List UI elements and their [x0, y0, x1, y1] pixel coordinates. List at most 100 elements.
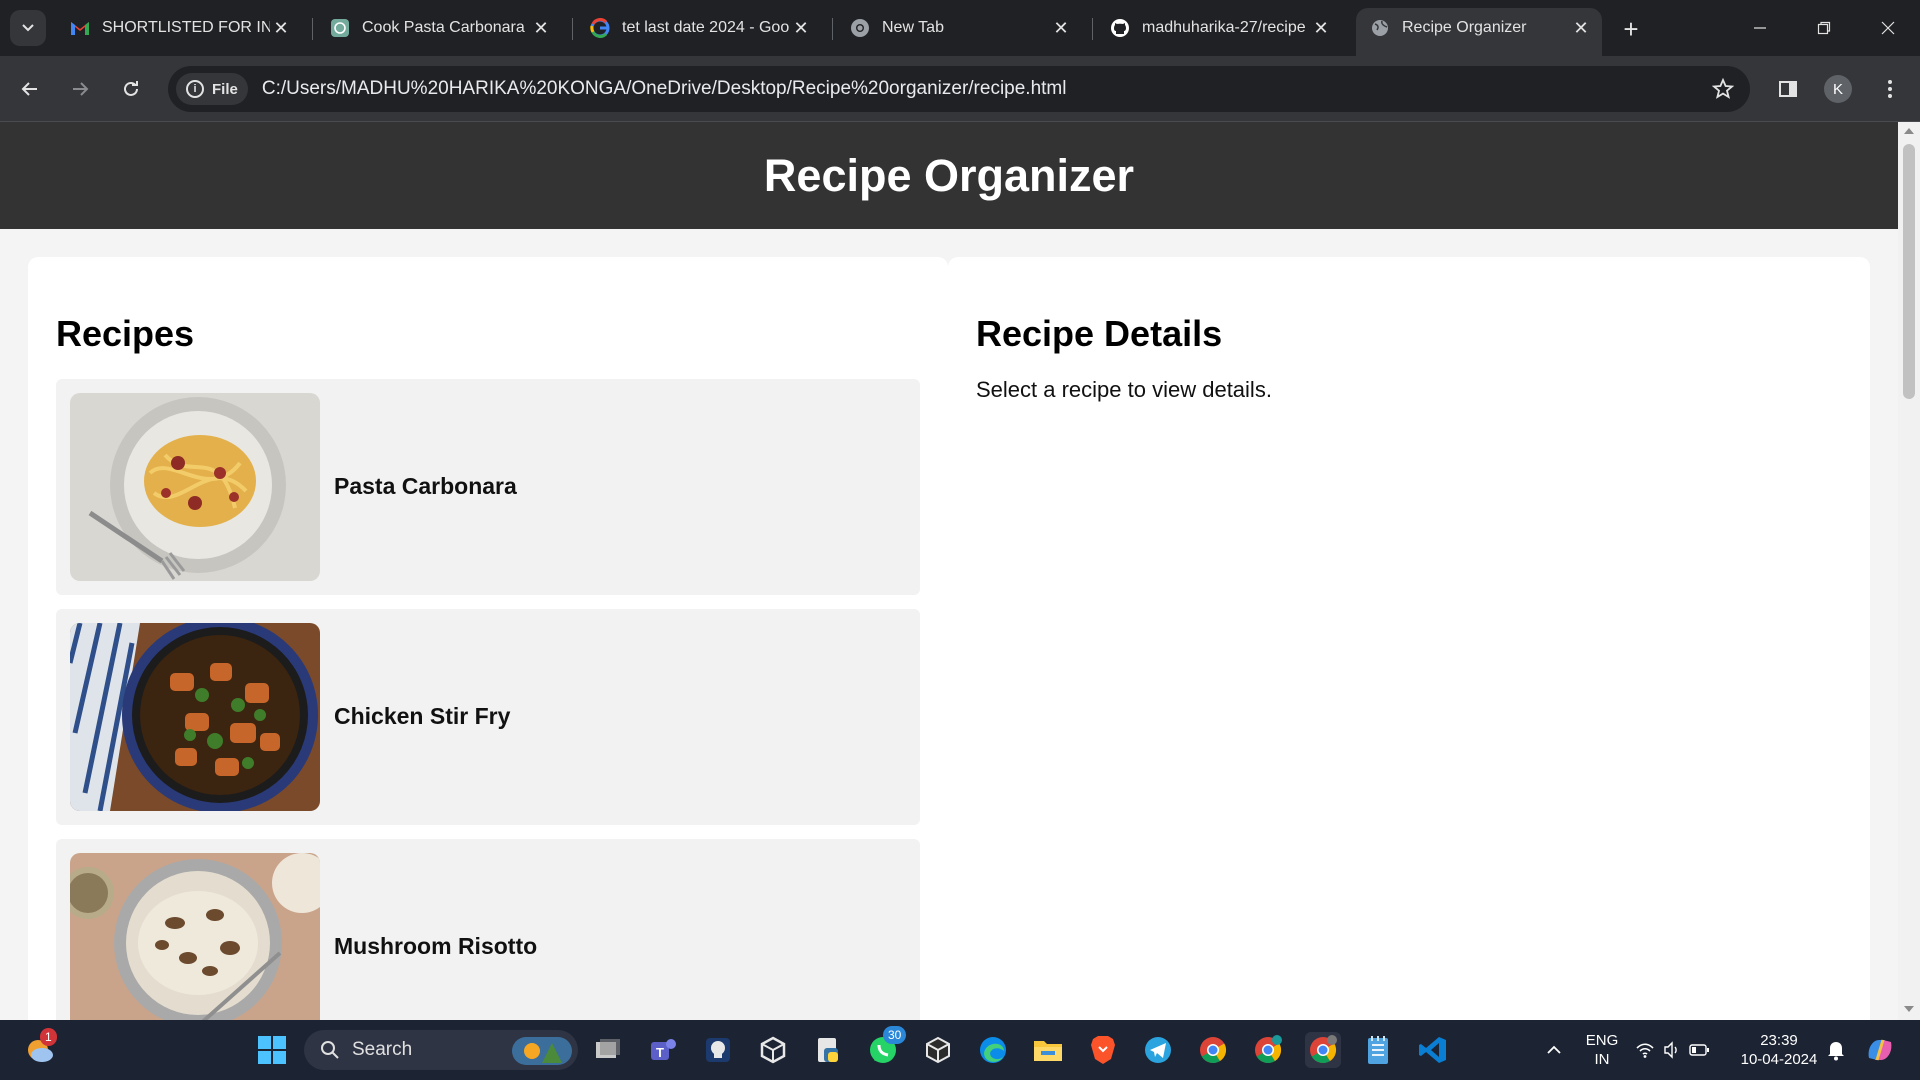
tab-search-button[interactable] [10, 10, 46, 46]
file-explorer-app[interactable] [1030, 1032, 1066, 1068]
task-view-button[interactable] [590, 1032, 626, 1068]
recipe-card-mushroom-risotto[interactable]: Mushroom Risotto [56, 839, 920, 1020]
tab-new-tab[interactable]: New Tab ✕ [836, 8, 1082, 48]
tab-title: madhuharika-27/recipe [1142, 19, 1306, 36]
side-panel-button[interactable] [1770, 71, 1806, 107]
chrome-profile-app[interactable] [1250, 1032, 1286, 1068]
close-icon[interactable]: ✕ [530, 17, 552, 39]
tab-title: Cook Pasta Carbonara [362, 19, 525, 36]
chrome-icon [850, 18, 870, 38]
recipe-card-chicken-stir-fry[interactable]: Chicken Stir Fry [56, 609, 920, 825]
chrome-icon [1255, 1035, 1282, 1064]
notepad-app[interactable] [1360, 1032, 1396, 1068]
search-label: Search [352, 1039, 413, 1060]
close-window-button[interactable] [1868, 12, 1908, 44]
tab-separator [572, 18, 573, 40]
copilot-button[interactable] [1862, 1032, 1898, 1068]
site-info-label: File [212, 80, 238, 98]
windows-logo-icon [258, 1036, 286, 1064]
forward-button[interactable] [62, 71, 98, 107]
forward-arrow-icon [73, 82, 89, 96]
unity-hub-app[interactable] [755, 1032, 791, 1068]
language-line-1: ENG [1585, 1032, 1619, 1049]
avatar: K [1824, 75, 1852, 103]
quick-settings-button[interactable] [1634, 1032, 1710, 1068]
telegram-icon [1145, 1037, 1171, 1063]
whatsapp-app[interactable]: 30 [865, 1026, 907, 1068]
site-header: Recipe Organizer [0, 122, 1898, 229]
recipe-image-risotto [70, 853, 320, 1020]
tab-recipe-organizer[interactable]: Recipe Organizer ✕ [1356, 8, 1602, 56]
tab-separator [312, 18, 313, 40]
game-app[interactable] [700, 1032, 736, 1068]
gmail-icon [70, 18, 90, 38]
restore-icon [1817, 21, 1831, 35]
close-icon[interactable]: ✕ [790, 17, 812, 39]
tab-gmail[interactable]: SHORTLISTED FOR INTE ✕ [56, 8, 302, 48]
tab-chatgpt[interactable]: Cook Pasta Carbonara ✕ [316, 8, 562, 48]
recipe-details-panel: Recipe Details Select a recipe to view d… [948, 257, 1870, 1020]
wifi-icon [1636, 1043, 1654, 1058]
clock[interactable]: 23:39 10-04-2024 [1734, 1031, 1824, 1069]
language-indicator[interactable]: ENG IN [1582, 1031, 1622, 1069]
search-highlight-icon [512, 1037, 572, 1065]
start-button[interactable] [254, 1032, 290, 1068]
back-button[interactable] [12, 71, 48, 107]
clock-date: 10-04-2024 [1740, 1051, 1818, 1068]
tab-separator [1092, 18, 1093, 40]
reload-icon [124, 81, 138, 96]
python-app[interactable] [810, 1032, 846, 1068]
url-text[interactable]: C:/Users/MADHU%20HARIKA%20KONGA/OneDrive… [262, 78, 1067, 100]
scrollbar-thumb[interactable] [1903, 144, 1915, 399]
chrome-app[interactable] [1195, 1032, 1231, 1068]
skull-game-icon [706, 1038, 730, 1062]
restore-button[interactable] [1804, 12, 1844, 44]
chevron-down-icon [22, 24, 34, 32]
vscode-app[interactable] [1415, 1032, 1451, 1068]
reload-button[interactable] [113, 71, 149, 107]
weather-badge: 1 [40, 1028, 57, 1046]
task-view-icon [596, 1039, 620, 1058]
close-icon[interactable]: ✕ [270, 17, 292, 39]
recipe-card-pasta-carbonara[interactable]: Pasta Carbonara [56, 379, 920, 595]
browser-menu-button[interactable] [1872, 71, 1908, 107]
close-icon[interactable]: ✕ [1050, 17, 1072, 39]
chrome-icon [1200, 1037, 1227, 1064]
tab-github[interactable]: madhuharika-27/recipe ✕ [1096, 8, 1342, 48]
tab-google-search[interactable]: tet last date 2024 - Goo ✕ [576, 8, 822, 48]
brave-app[interactable] [1085, 1032, 1121, 1068]
telegram-app[interactable] [1140, 1032, 1176, 1068]
google-icon [590, 18, 610, 38]
recipes-heading: Recipes [56, 313, 195, 354]
show-hidden-icons-button[interactable] [1536, 1032, 1572, 1068]
scroll-down-icon[interactable] [1904, 1006, 1914, 1012]
edge-app[interactable] [975, 1032, 1011, 1068]
recipe-name: Chicken Stir Fry [334, 703, 511, 729]
globe-icon [1370, 18, 1390, 38]
close-icon[interactable]: ✕ [1310, 17, 1332, 39]
minimize-button[interactable] [1740, 12, 1780, 44]
unity-app-2[interactable] [920, 1032, 956, 1068]
page-scrollbar[interactable] [1898, 122, 1920, 1020]
address-bar[interactable]: i File C:/Users/MADHU%20HARIKA%20KONGA/O… [168, 66, 1750, 112]
scroll-up-icon[interactable] [1904, 128, 1914, 134]
recipe-image-pasta [70, 393, 320, 581]
volume-icon [1664, 1041, 1677, 1059]
copilot-icon [1868, 1039, 1892, 1061]
back-arrow-icon [21, 82, 37, 96]
close-icon[interactable]: ✕ [1570, 17, 1592, 39]
bookmark-star-icon[interactable] [1710, 76, 1736, 102]
details-placeholder: Select a recipe to view details. [976, 377, 1272, 402]
taskbar-search[interactable]: Search [304, 1030, 578, 1070]
weather-widget[interactable]: 1 [22, 1028, 58, 1068]
chrome-icon [1310, 1035, 1337, 1064]
notifications-button[interactable] [1818, 1032, 1854, 1068]
chrome-active-app[interactable] [1305, 1032, 1341, 1068]
clock-time: 23:39 [1760, 1032, 1798, 1049]
recipe-name: Mushroom Risotto [334, 933, 538, 959]
brave-icon [1091, 1036, 1115, 1064]
teams-app[interactable]: T [645, 1032, 681, 1068]
profile-button[interactable]: K [1820, 71, 1856, 107]
site-info-chip[interactable]: i File [176, 73, 248, 105]
new-tab-button[interactable]: + [1616, 14, 1646, 44]
